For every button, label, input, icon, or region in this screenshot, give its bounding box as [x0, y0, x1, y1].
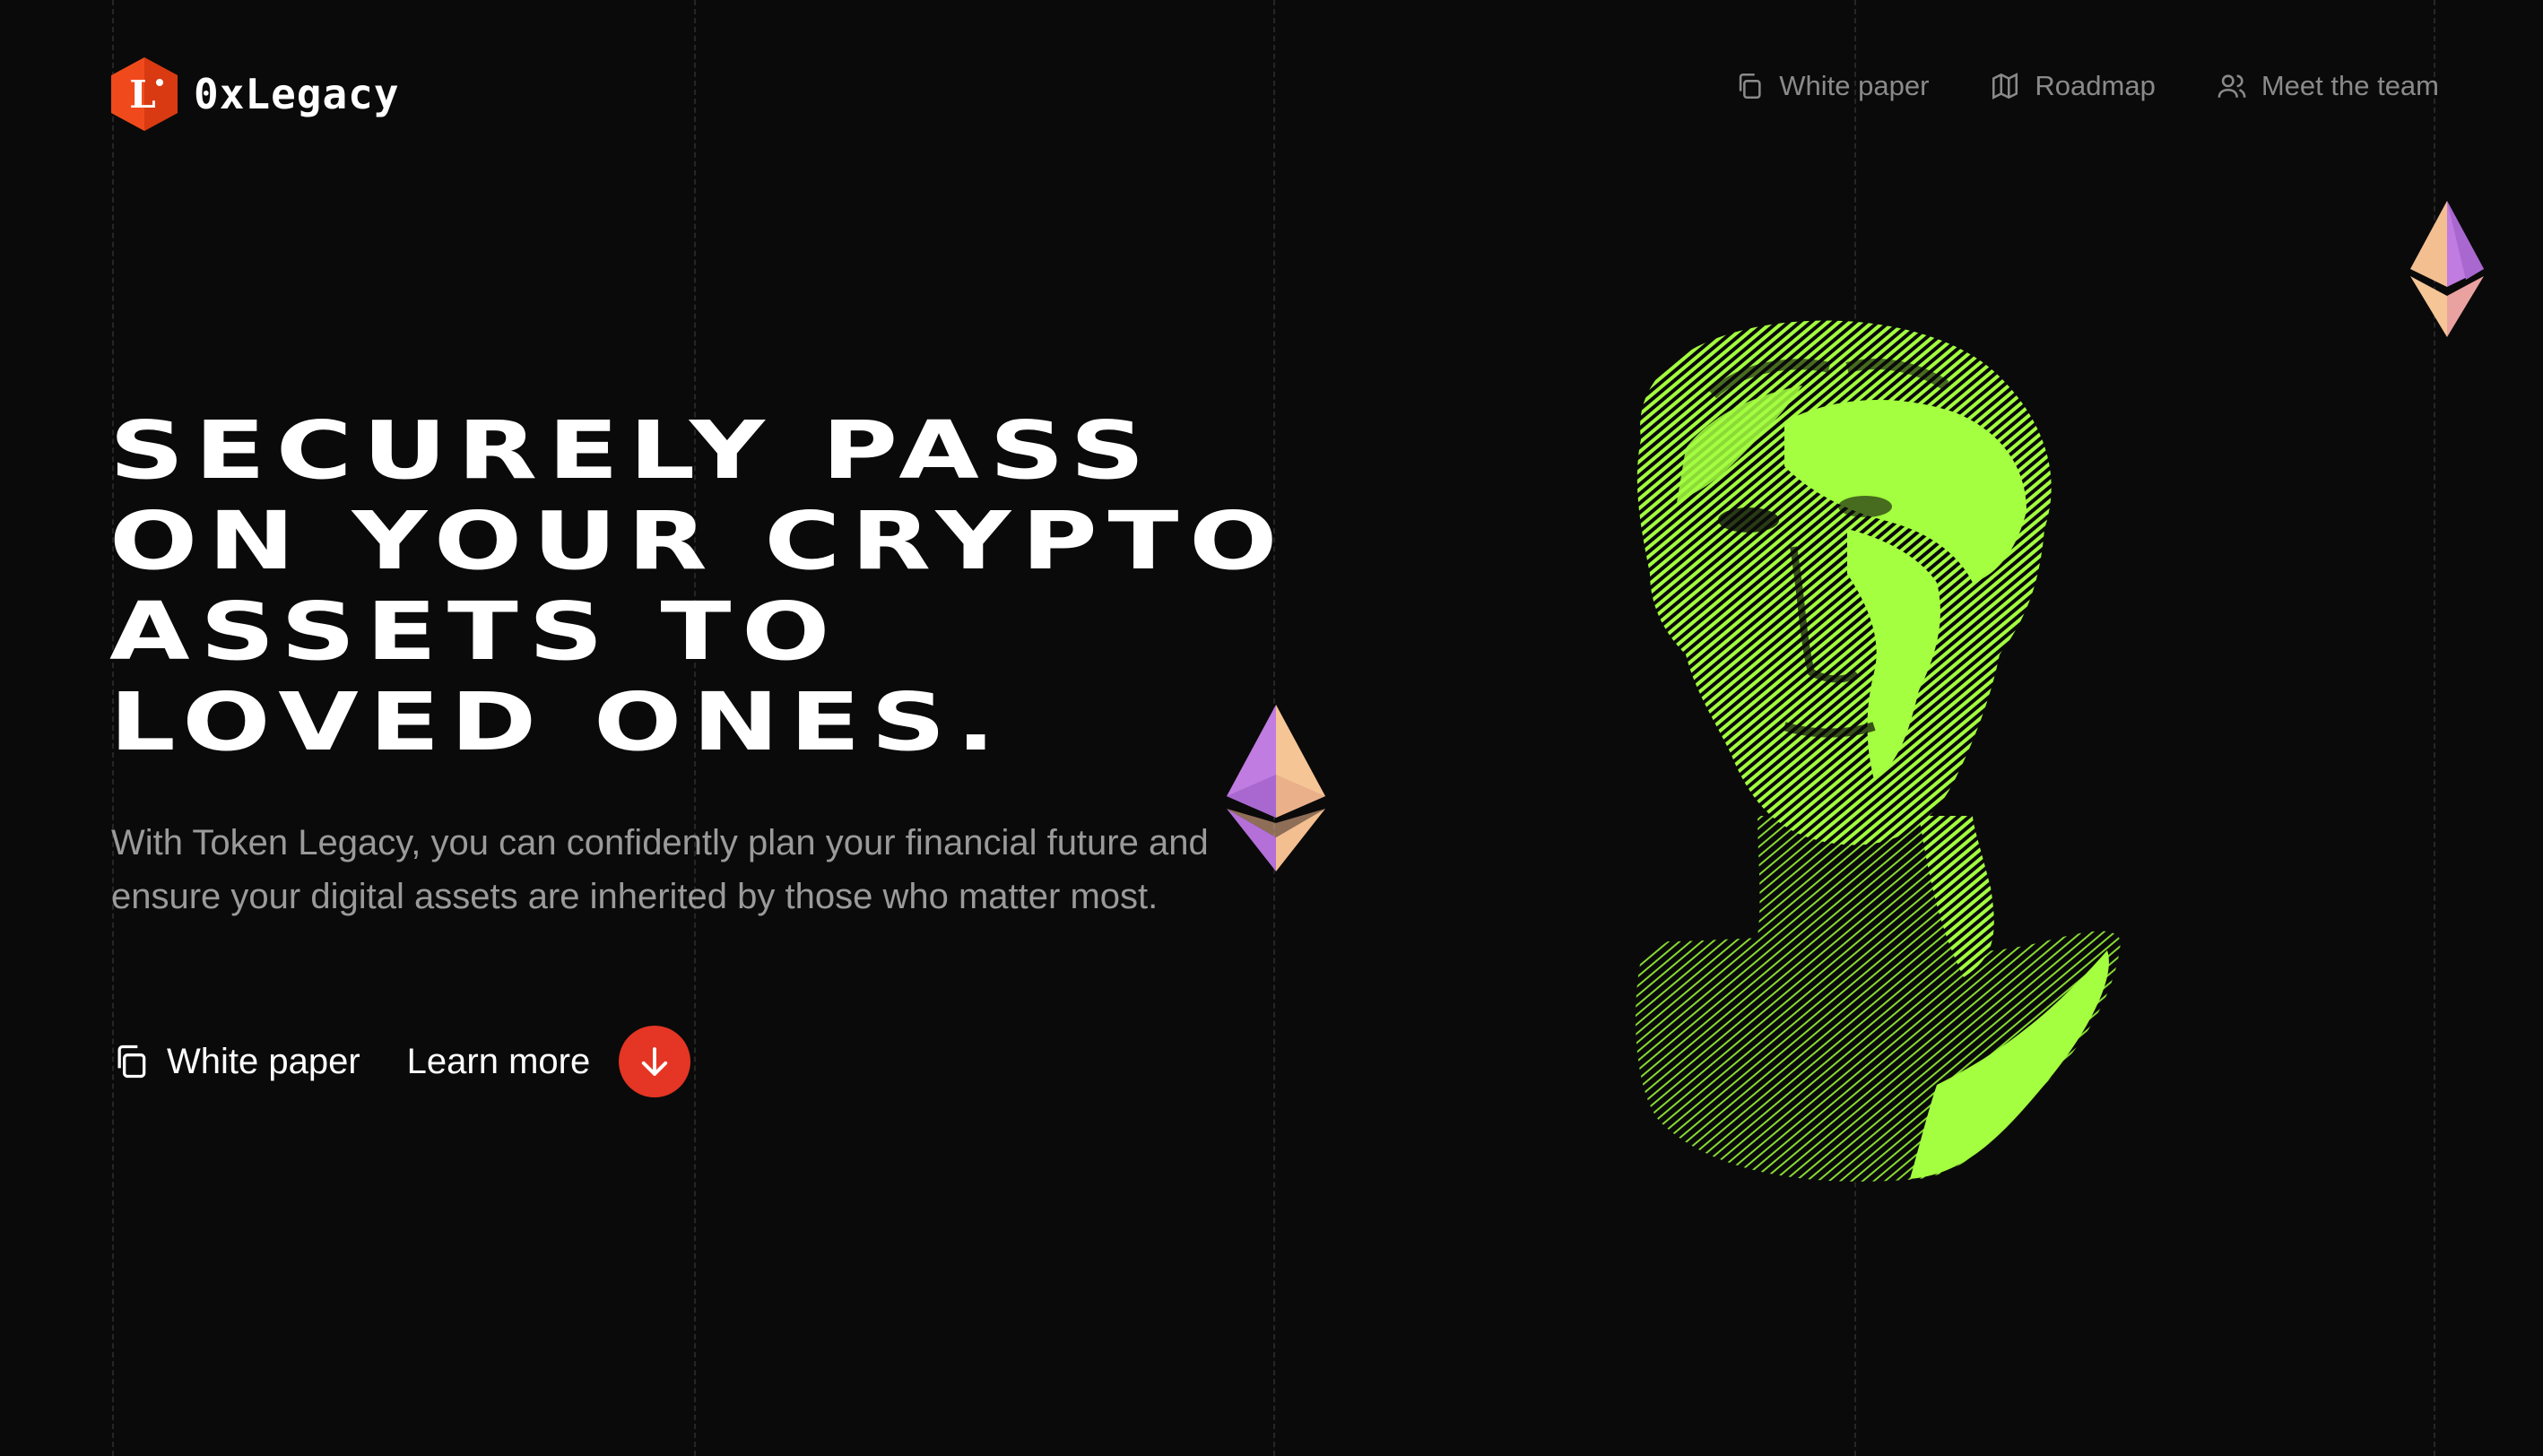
svg-text:L: L [129, 73, 156, 117]
nav-label: Roadmap [2035, 70, 2156, 101]
nav-meet-team[interactable]: Meet the team [2217, 70, 2439, 102]
learn-more-button[interactable]: Learn more [407, 1026, 691, 1097]
nav-roadmap[interactable]: Roadmap [1990, 70, 2156, 102]
hero-title-line: ASSETS TO [109, 585, 841, 678]
statue-bust-illustration [1636, 320, 2121, 1182]
learn-more-label: Learn more [406, 1041, 591, 1081]
white-paper-button[interactable]: White paper [111, 1042, 360, 1082]
logo-mark-icon: L [111, 57, 178, 131]
arrow-down-icon [642, 1047, 668, 1076]
ethereum-icon [1227, 705, 1325, 871]
nav-white-paper[interactable]: White paper [1734, 70, 1929, 102]
hero-title-line: ON YOUR CRYPTO [109, 494, 1289, 587]
copy-icon [117, 1044, 146, 1079]
nav-label: White paper [1779, 70, 1930, 101]
hero-title-line: LOVED ONES. [109, 675, 1006, 768]
hero-title: SECURELY PASS ON YOUR CRYPTO ASSETS TO L… [109, 405, 1601, 767]
scroll-down-button[interactable] [619, 1026, 691, 1097]
copy-icon [1740, 73, 1761, 100]
ethereum-icon [2410, 201, 2484, 337]
brand-name: 0xLegacy [194, 70, 400, 118]
nav-label: Meet the team [2261, 70, 2439, 101]
map-icon [1992, 73, 2018, 100]
hero-actions: White paper Learn more [111, 1026, 691, 1097]
white-paper-label: White paper [167, 1041, 360, 1081]
hero-title-line: SECURELY PASS [109, 403, 1156, 497]
hero-subtitle: With Token Legacy, you can confidently p… [111, 823, 1209, 916]
users-icon [2218, 74, 2246, 98]
top-nav: White paper Roadmap Meet the team [1734, 70, 2439, 102]
brand-logo[interactable]: L 0xLegacy [109, 56, 400, 133]
